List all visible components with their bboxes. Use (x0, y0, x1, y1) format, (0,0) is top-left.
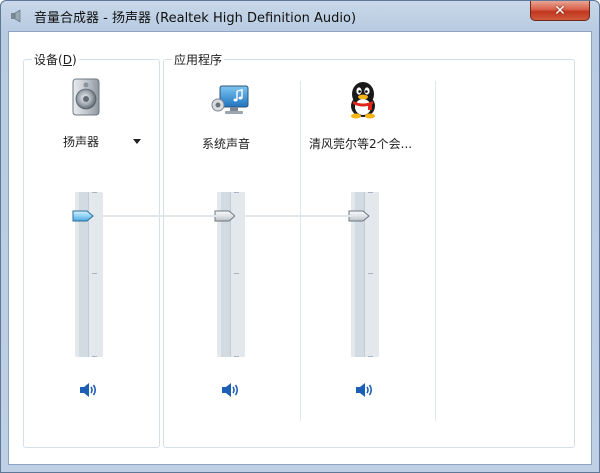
slider-tick (92, 192, 97, 193)
slider-tick (368, 273, 373, 274)
app-name-qq-session: 清风莞尔等2个会... (309, 137, 413, 151)
device-mute-button[interactable] (78, 381, 98, 399)
slider-tick (368, 356, 373, 357)
title-bar[interactable]: 音量合成器 - 扬声器 (Realtek High Definition Aud… (1, 1, 599, 31)
volume-mixer-icon (11, 9, 21, 23)
volume-level-line (94, 215, 217, 217)
system-sounds-icon (211, 85, 249, 114)
system-sounds-volume-thumb[interactable] (214, 210, 236, 222)
speaker-volume-icon (356, 383, 373, 397)
qq-session-mute-button[interactable] (354, 381, 374, 399)
app-name-system-sounds: 系统声音 (202, 137, 251, 151)
speaker-volume-icon (80, 383, 97, 397)
slider-tick (234, 273, 239, 274)
speaker-icon (72, 78, 100, 116)
volume-mixer-window: 音量合成器 - 扬声器 (Realtek High Definition Aud… (0, 0, 600, 473)
column-divider (300, 81, 301, 421)
device-volume-thumb[interactable] (72, 210, 94, 222)
device-group-label: 设备(D) (32, 51, 79, 68)
system-sounds-mute-button[interactable] (220, 381, 240, 399)
column-divider (435, 81, 436, 421)
close-icon: ✕ (554, 2, 566, 19)
slider-tick (92, 273, 97, 274)
window-title: 音量合成器 - 扬声器 (Realtek High Definition Aud… (34, 11, 357, 26)
device-dropdown-arrow[interactable] (133, 139, 141, 144)
volume-level-line (235, 215, 351, 217)
speaker-volume-icon (222, 383, 239, 397)
slider-tick (92, 356, 97, 357)
close-button[interactable]: ✕ (530, 1, 590, 21)
device-hotkey: D (62, 53, 72, 67)
slider-tick (368, 192, 373, 193)
slider-tick (234, 356, 239, 357)
qq-penguin-icon (351, 82, 375, 119)
qq-session-volume-thumb[interactable] (348, 210, 370, 222)
device-name[interactable]: 扬声器 (63, 133, 99, 150)
applications-group-label: 应用程序 (172, 51, 225, 68)
slider-tick (234, 192, 239, 193)
mixer-content: 设备(D) 扬声器 应用程序 系统声音 清风莞尔等2个会... (8, 31, 592, 465)
